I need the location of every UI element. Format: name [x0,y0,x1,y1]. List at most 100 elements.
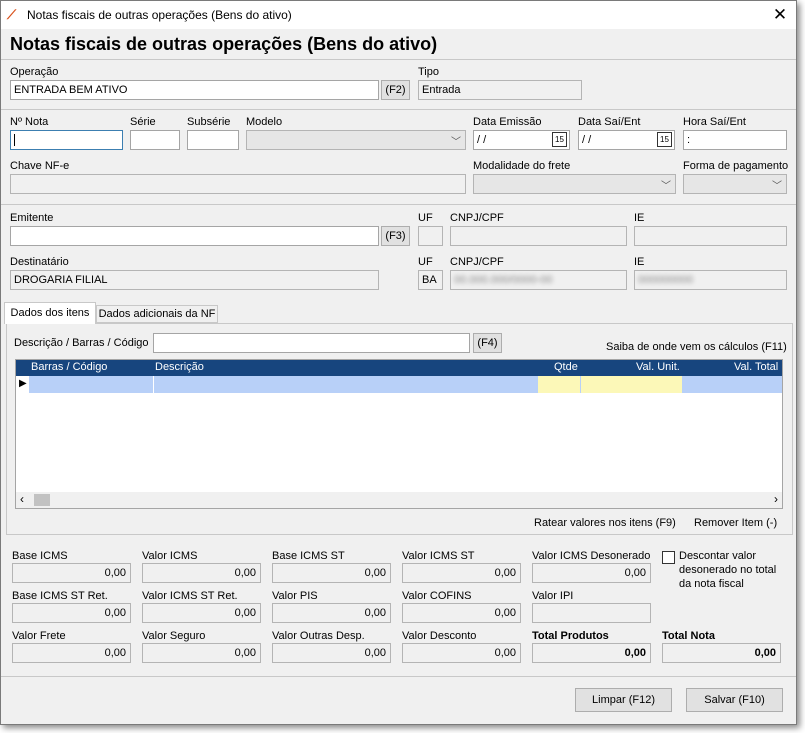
emitente-uf-label: UF [418,212,433,224]
destinatario-field: DROGARIA FILIAL [10,270,379,290]
tipo-label: Tipo [418,66,439,78]
column-header-barras[interactable]: Barras / Código [31,361,107,373]
valor-frete-label: Valor Frete [12,630,66,642]
column-header-descricao[interactable]: Descrição [155,361,204,373]
table-row[interactable] [16,376,782,393]
valor-icms-st-ret-field: 0,00 [142,603,261,623]
calendar-icon[interactable]: 15 [657,132,672,147]
salvar-button[interactable]: Salvar (F10) [686,688,783,712]
column-header-val-total[interactable]: Val. Total [734,361,778,373]
valor-cofins-label: Valor COFINS [402,590,472,602]
remover-item-link[interactable]: Remover Item (-) [694,517,777,529]
chevron-down-icon: ﹀ [661,181,671,192]
tab-dados-itens[interactable]: Dados dos itens [4,302,96,324]
row-indicator: ▶ [16,376,29,393]
destinatario-cnpj-field: 00.000.000/0000-00 [450,270,627,290]
scroll-left-icon[interactable]: ‹ [20,492,24,506]
window-title: Notas fiscais de outras operações (Bens … [27,8,292,22]
numero-nota-input[interactable] [10,130,123,150]
item-search-label: Descrição / Barras / Código [14,337,149,349]
chave-nfe-field [10,174,466,194]
destinatario-uf-field: BA [418,270,443,290]
calculos-help-link[interactable]: Saiba de onde vem os cálculos (F11) [606,341,787,353]
total-produtos-field: 0,00 [532,643,651,663]
base-icms-field: 0,00 [12,563,131,583]
itens-table[interactable]: Barras / Código Descrição Qtde Val. Unit… [15,359,783,509]
forma-pagamento-select[interactable]: ﹀ [683,174,787,194]
valor-icms-desonerado-field: 0,00 [532,563,651,583]
base-icms-label: Base ICMS [12,550,68,562]
valor-cofins-field: 0,00 [402,603,521,623]
calendar-icon[interactable]: 15 [552,132,567,147]
title-bar: ⟋ Notas fiscais de outras operações (Ben… [1,1,796,29]
main-window: ⟋ Notas fiscais de outras operações (Ben… [0,0,797,725]
hora-label: Hora Saí/Ent [683,116,746,128]
scroll-thumb[interactable] [34,494,50,506]
valor-icms-st-ret-label: Valor ICMS ST Ret. [142,590,238,602]
emitente-uf-field [418,226,443,246]
destinatario-ie-field: 000000000 [634,270,787,290]
tab-dados-adicionais[interactable]: Dados adicionais da NF [96,305,218,323]
item-search-button[interactable]: (F4) [473,333,502,353]
valor-desconto-label: Valor Desconto [402,630,477,642]
modalidade-frete-label: Modalidade do frete [473,160,571,172]
emitente-search-button[interactable]: (F3) [381,226,410,246]
row-pointer-icon: ▶ [19,378,27,389]
base-icms-st-ret-field: 0,00 [12,603,131,623]
descontar-desonerado-label-1: Descontar valor [679,550,757,562]
subserie-input[interactable] [187,130,239,150]
item-search-input[interactable] [153,333,470,353]
column-header-qtde[interactable]: Qtde [554,361,578,373]
emitente-label: Emitente [10,212,54,224]
valor-icms-st-field: 0,00 [402,563,521,583]
modelo-select[interactable]: ﹀ [246,130,466,150]
data-emissao-input[interactable]: / /15 [473,130,570,150]
val-unit-cell[interactable] [581,376,682,393]
emitente-ie-field [634,226,787,246]
destinatario-uf-label: UF [418,256,433,268]
descontar-desonerado-checkbox[interactable] [662,551,675,564]
destinatario-label: Destinatário [10,256,69,268]
base-icms-st-label: Base ICMS ST [272,550,345,562]
valor-frete-field: 0,00 [12,643,131,663]
valor-icms-label: Valor ICMS [142,550,198,562]
modalidade-frete-select[interactable]: ﹀ [473,174,676,194]
serie-label: Série [130,116,156,128]
emitente-cnpj-label: CNPJ/CPF [450,212,504,224]
hora-input[interactable]: : [683,130,787,150]
valor-icms-st-label: Valor ICMS ST [402,550,475,562]
valor-ipi-field [532,603,651,623]
total-nota-label: Total Nota [662,630,715,642]
limpar-button[interactable]: Limpar (F12) [575,688,672,712]
emitente-cnpj-field [450,226,627,246]
scroll-right-icon[interactable]: › [774,492,778,506]
qtde-cell[interactable] [538,376,580,393]
app-logo-icon: ⟋ [7,7,17,22]
close-icon[interactable]: ✕ [769,4,791,26]
valor-seguro-field: 0,00 [142,643,261,663]
column-header-val-unit[interactable]: Val. Unit. [636,361,680,373]
horizontal-scrollbar[interactable]: ‹ › [16,492,782,508]
valor-icms-field: 0,00 [142,563,261,583]
operacao-search-button[interactable]: (F2) [381,80,410,100]
serie-input[interactable] [130,130,180,150]
total-nota-field: 0,00 [662,643,781,663]
operacao-field[interactable]: ENTRADA BEM ATIVO [10,80,379,100]
valor-pis-label: Valor PIS [272,590,318,602]
valor-icms-desonerado-label: Valor ICMS Desonerado [532,550,651,562]
valor-pis-field: 0,00 [272,603,391,623]
data-saient-input[interactable]: / /15 [578,130,675,150]
descontar-desonerado-label-3: da nota fiscal [679,578,744,590]
divider [1,204,796,205]
text-cursor [14,134,15,147]
valor-ipi-label: Valor IPI [532,590,574,602]
emitente-input[interactable] [10,226,379,246]
data-saient-label: Data Saí/Ent [578,116,641,128]
divider [1,676,796,677]
data-emissao-label: Data Emissão [473,116,542,128]
chevron-down-icon: ﹀ [451,137,461,148]
subserie-label: Subsérie [187,116,231,128]
modelo-label: Modelo [246,116,283,128]
descontar-desonerado-label-2: desonerado no total [679,564,777,576]
ratear-valores-link[interactable]: Ratear valores nos itens (F9) [534,517,676,529]
